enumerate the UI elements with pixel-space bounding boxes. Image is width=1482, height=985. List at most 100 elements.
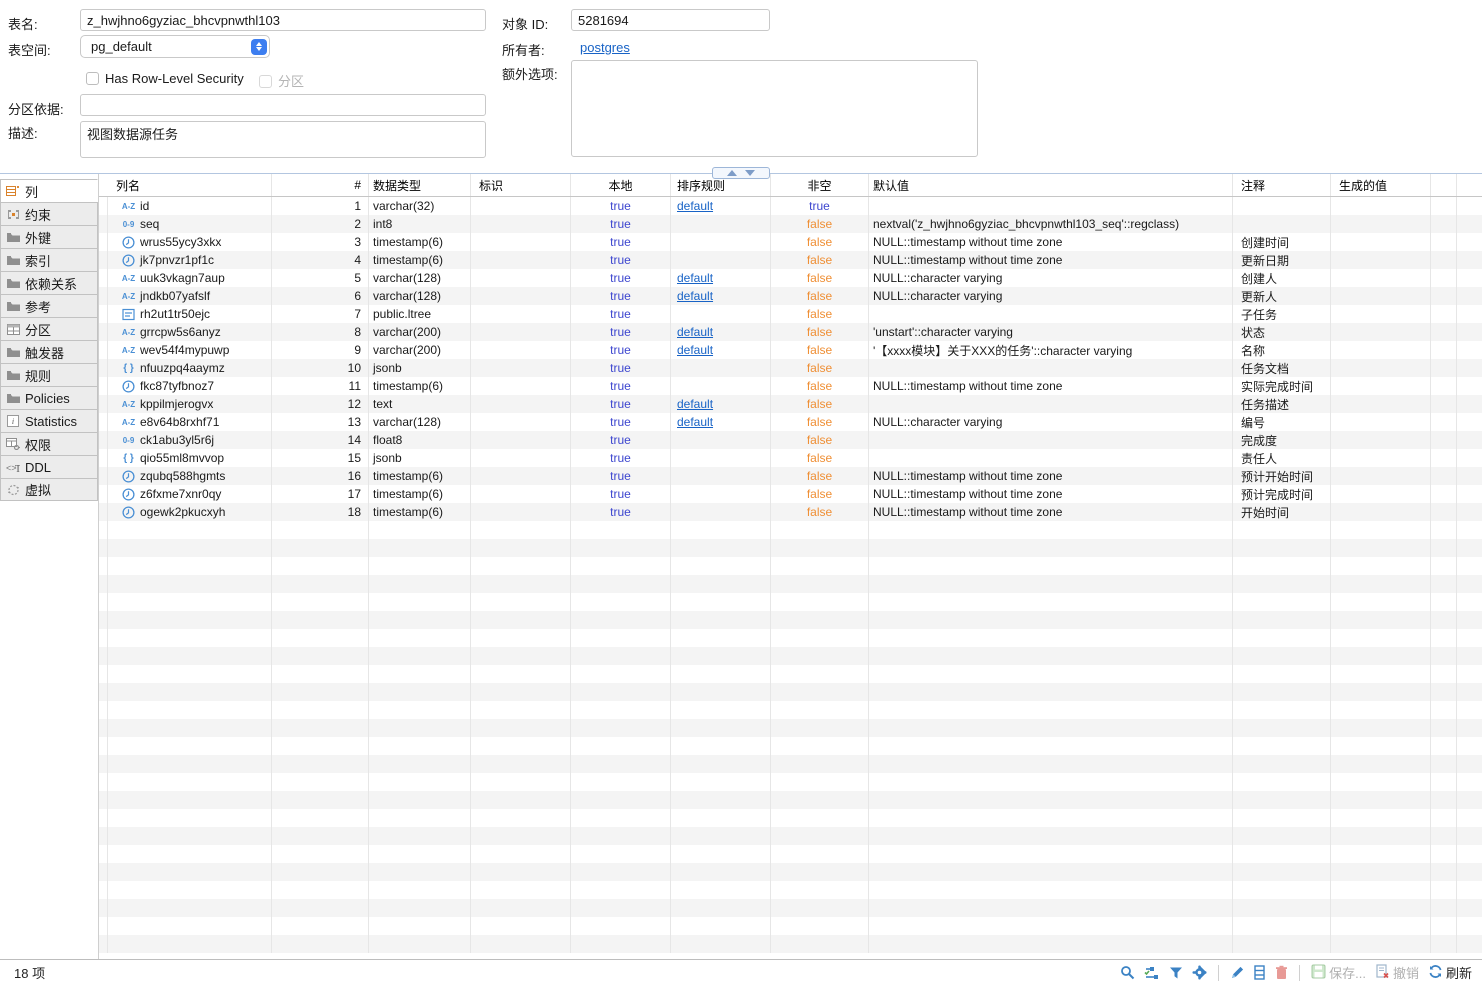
cell-name[interactable]: 0-9ck1abu3yl5r6j: [108, 431, 272, 449]
cell-collation[interactable]: default: [671, 323, 771, 341]
cell-identity[interactable]: [471, 323, 571, 341]
cell-collation[interactable]: [671, 449, 771, 467]
cell-default[interactable]: [869, 197, 1233, 215]
cell-type[interactable]: varchar(32): [369, 197, 471, 215]
table-row[interactable]: { }qio55ml8mvvop15jsonbtruefalse责任人: [99, 449, 1482, 467]
cell-name[interactable]: A-Zkppilmjerogvx: [108, 395, 272, 413]
cell-generated[interactable]: [1331, 323, 1431, 341]
cell-generated[interactable]: [1331, 215, 1431, 233]
cell-num[interactable]: 16: [272, 467, 369, 485]
cell-name[interactable]: A-Ze8v64b8rxhf71: [108, 413, 272, 431]
header-local[interactable]: 本地: [571, 174, 671, 196]
cell-collation[interactable]: [671, 215, 771, 233]
cell-comment[interactable]: 实际完成时间: [1233, 377, 1331, 395]
cell-local[interactable]: true: [571, 341, 671, 359]
cell-local[interactable]: true: [571, 377, 671, 395]
cell-local[interactable]: true: [571, 359, 671, 377]
cell-type[interactable]: jsonb: [369, 449, 471, 467]
cell-local[interactable]: true: [571, 287, 671, 305]
add-row-icon[interactable]: [1254, 965, 1266, 980]
collation-link[interactable]: default: [677, 397, 713, 411]
header-identity[interactable]: 标识: [471, 174, 571, 196]
cell-comment[interactable]: 编号: [1233, 413, 1331, 431]
cell-default[interactable]: NULL::character varying: [869, 413, 1233, 431]
cell-default[interactable]: NULL::timestamp without time zone: [869, 377, 1233, 395]
settings-gear-icon[interactable]: [1192, 965, 1207, 980]
cell-comment[interactable]: [1233, 197, 1331, 215]
cell-name[interactable]: ogewk2pkucxyh: [108, 503, 272, 521]
cell-comment[interactable]: 状态: [1233, 323, 1331, 341]
cell-type[interactable]: text: [369, 395, 471, 413]
cell-collation[interactable]: default: [671, 197, 771, 215]
cell-notnull[interactable]: false: [771, 431, 869, 449]
cell-type[interactable]: timestamp(6): [369, 503, 471, 521]
table-row[interactable]: z6fxme7xnr0qy17timestamp(6)truefalseNULL…: [99, 485, 1482, 503]
cell-num[interactable]: 13: [272, 413, 369, 431]
cell-notnull[interactable]: false: [771, 377, 869, 395]
cell-default[interactable]: [869, 395, 1233, 413]
cell-comment[interactable]: 完成度: [1233, 431, 1331, 449]
cell-num[interactable]: 14: [272, 431, 369, 449]
cell-generated[interactable]: [1331, 305, 1431, 323]
cell-comment[interactable]: 更新日期: [1233, 251, 1331, 269]
cell-default[interactable]: nextval('z_hwjhno6gyziac_bhcvpnwthl103_s…: [869, 215, 1233, 233]
cell-generated[interactable]: [1331, 377, 1431, 395]
cell-default[interactable]: NULL::character varying: [869, 269, 1233, 287]
cell-notnull[interactable]: false: [771, 251, 869, 269]
cell-type[interactable]: jsonb: [369, 359, 471, 377]
table-row[interactable]: A-Zkppilmjerogvx12texttruedefaultfalse任务…: [99, 395, 1482, 413]
cell-generated[interactable]: [1331, 431, 1431, 449]
cell-identity[interactable]: [471, 503, 571, 521]
cell-num[interactable]: 15: [272, 449, 369, 467]
table-row[interactable]: fkc87tyfbnoz711timestamp(6)truefalseNULL…: [99, 377, 1482, 395]
cell-local[interactable]: true: [571, 431, 671, 449]
cell-notnull[interactable]: false: [771, 503, 869, 521]
cell-type[interactable]: varchar(128): [369, 287, 471, 305]
cell-notnull[interactable]: false: [771, 467, 869, 485]
cell-identity[interactable]: [471, 251, 571, 269]
cell-generated[interactable]: [1331, 269, 1431, 287]
table-row[interactable]: A-Zjndkb07yafslf6varchar(128)truedefault…: [99, 287, 1482, 305]
cell-name[interactable]: A-Zuuk3vkagn7aup: [108, 269, 272, 287]
cell-num[interactable]: 7: [272, 305, 369, 323]
cell-notnull[interactable]: false: [771, 215, 869, 233]
undo-button[interactable]: 撤销: [1375, 963, 1419, 982]
collation-link[interactable]: default: [677, 343, 713, 357]
cell-notnull[interactable]: true: [771, 197, 869, 215]
cell-default[interactable]: NULL::timestamp without time zone: [869, 251, 1233, 269]
collation-link[interactable]: default: [677, 415, 713, 429]
cell-identity[interactable]: [471, 359, 571, 377]
cell-local[interactable]: true: [571, 233, 671, 251]
cell-name[interactable]: rh2ut1tr50ejc: [108, 305, 272, 323]
cell-identity[interactable]: [471, 341, 571, 359]
cell-type[interactable]: varchar(128): [369, 413, 471, 431]
cell-notnull[interactable]: false: [771, 449, 869, 467]
cell-notnull[interactable]: false: [771, 233, 869, 251]
cell-identity[interactable]: [471, 215, 571, 233]
cell-local[interactable]: true: [571, 395, 671, 413]
cell-comment[interactable]: [1233, 215, 1331, 233]
cell-type[interactable]: timestamp(6): [369, 251, 471, 269]
cell-type[interactable]: int8: [369, 215, 471, 233]
cell-collation[interactable]: default: [671, 269, 771, 287]
cell-notnull[interactable]: false: [771, 413, 869, 431]
cell-notnull[interactable]: false: [771, 341, 869, 359]
collation-link[interactable]: default: [677, 289, 713, 303]
save-button[interactable]: 保存...: [1311, 963, 1366, 982]
cell-default[interactable]: [869, 359, 1233, 377]
table-row[interactable]: A-Ze8v64b8rxhf7113varchar(128) true defaul…: [99, 413, 1482, 431]
header-default-value[interactable]: 默认值: [869, 174, 1233, 196]
cell-name[interactable]: wrus55ycy3xkx: [108, 233, 272, 251]
cell-generated[interactable]: [1331, 233, 1431, 251]
cell-num[interactable]: 8: [272, 323, 369, 341]
cell-type[interactable]: float8: [369, 431, 471, 449]
cell-collation[interactable]: default: [671, 413, 771, 431]
cell-local[interactable]: true: [571, 413, 671, 431]
table-row[interactable]: A-Zgrrcpw5s6anyz8varchar(200)truedefault…: [99, 323, 1482, 341]
extra-options-textarea[interactable]: [571, 60, 978, 157]
cell-generated[interactable]: [1331, 251, 1431, 269]
cell-collation[interactable]: [671, 233, 771, 251]
refresh-button[interactable]: 刷新: [1428, 963, 1472, 982]
cell-identity[interactable]: [471, 233, 571, 251]
sidebar-tab-DDL[interactable]: <>TDDL: [0, 455, 98, 478]
